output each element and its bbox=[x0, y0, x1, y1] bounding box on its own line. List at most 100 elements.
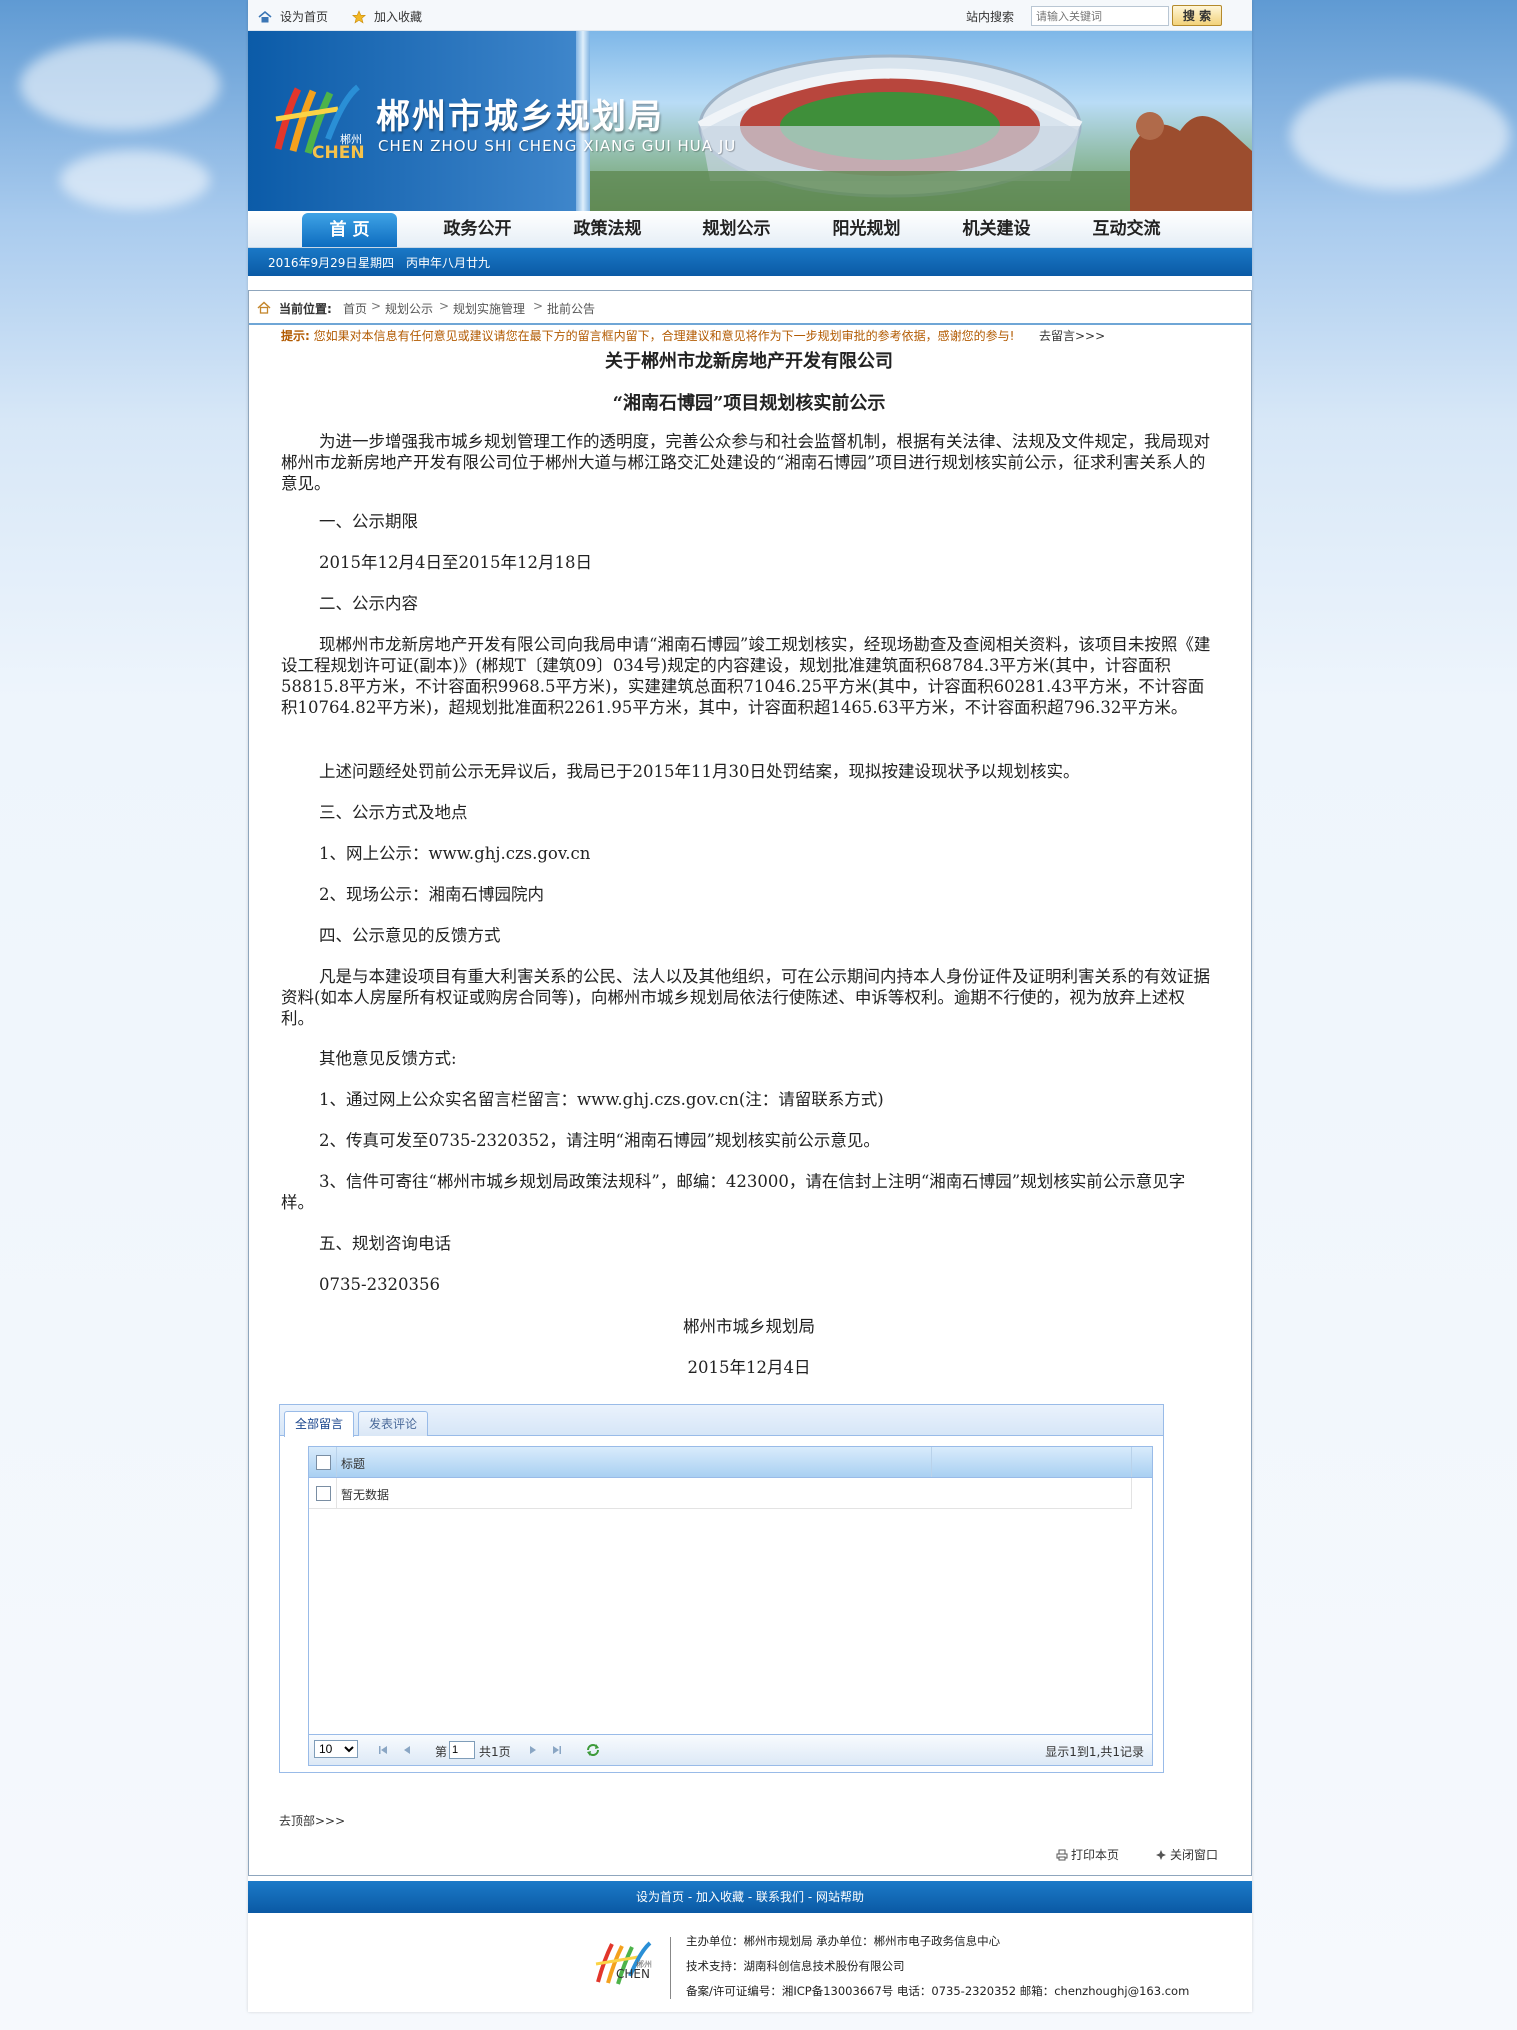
footer-logo-en: CHEN bbox=[616, 1967, 650, 1981]
article-paragraph: 其他意见反馈方式: bbox=[319, 1049, 457, 1068]
close-window-button[interactable]: 关闭窗口 bbox=[1156, 1846, 1218, 1863]
comment-grid: 标题 暂无数据 10 第 共1页 bbox=[308, 1446, 1153, 1766]
footer-help-link[interactable]: 网站帮助 bbox=[816, 1890, 864, 1904]
column-title-header: 标题 bbox=[341, 1457, 366, 1471]
print-label: 打印本页 bbox=[1071, 1848, 1120, 1862]
article-paragraph: 2、现场公示：湘南石博园院内 bbox=[319, 885, 544, 904]
tip-prefix: 提示: bbox=[281, 329, 310, 343]
footer-tech-support: 技术支持：湖南科创信息技术股份有限公司 bbox=[686, 1959, 905, 1973]
article-paragraph: 3、信件可寄往“郴州市城乡规划局政策法规科”，邮编：423000，请在信封上注明… bbox=[281, 1172, 1186, 1212]
article-heading: 四、公示意见的反馈方式 bbox=[319, 926, 501, 945]
go-comment-link[interactable]: 去留言>>> bbox=[1039, 327, 1105, 344]
home-icon bbox=[257, 301, 271, 314]
page-prefix: 第 bbox=[435, 1745, 448, 1759]
tip-text: 您如果对本信息有任何意见或建议请您在最下方的留言框内留下，合理建议和意见将作为下… bbox=[313, 329, 1015, 343]
article-title-line2: “湘南石博园”项目规划核实前公示 bbox=[612, 393, 886, 414]
search-label: 站内搜索 bbox=[966, 10, 1015, 24]
nav-policy[interactable]: 政策法规 bbox=[560, 211, 655, 247]
breadcrumb-separator: > bbox=[439, 299, 450, 313]
nav-government-affairs[interactable]: 政务公开 bbox=[430, 211, 525, 247]
breadcrumb-home[interactable]: 首页 bbox=[343, 300, 367, 317]
printer-icon bbox=[1056, 1849, 1068, 1861]
stadium-image bbox=[590, 31, 1252, 211]
column-divider bbox=[1131, 1447, 1132, 1477]
top-bar: 设为首页 加入收藏 站内搜索 搜 索 bbox=[248, 0, 1252, 31]
last-page-icon[interactable] bbox=[551, 1744, 563, 1756]
article-date: 2015年12月4日 bbox=[687, 1358, 811, 1377]
print-page-button[interactable]: 打印本页 bbox=[1056, 1846, 1119, 1863]
select-all-checkbox[interactable] bbox=[316, 1455, 331, 1470]
grid-header: 标题 bbox=[309, 1447, 1152, 1478]
nav-sunshine-plan[interactable]: 阳光规划 bbox=[819, 211, 914, 247]
nav-home[interactable]: 首 页 bbox=[302, 213, 397, 247]
current-date: 2016年9月29日 bbox=[268, 256, 358, 270]
page-total: 共1页 bbox=[479, 1745, 511, 1759]
article-heading: 三、公示方式及地点 bbox=[319, 803, 468, 822]
breadcrumb-plan-implementation[interactable]: 规划实施管理 bbox=[453, 300, 525, 317]
column-divider bbox=[336, 1478, 337, 1508]
content-panel: 当前位置: 首页 > 规划公示 > 规划实施管理 > 批前公告 提示: 您如果对… bbox=[248, 290, 1252, 1876]
site-title: 郴州市城乡规划局 bbox=[376, 97, 664, 137]
star-icon bbox=[352, 10, 366, 24]
article-heading: 二、公示内容 bbox=[319, 594, 418, 613]
close-icon bbox=[1156, 1850, 1166, 1860]
article-paragraph: 为进一步增强我市城乡规划管理工作的透明度，完善公众参与和社会监督机制，根据有关法… bbox=[281, 432, 1210, 493]
logo-en-text: CHEN bbox=[312, 143, 365, 163]
stadium-illustration bbox=[590, 54, 1252, 211]
grid-pager: 10 第 共1页 显示1到1,共1记录 bbox=[309, 1734, 1152, 1765]
site-subtitle: CHEN ZHOU SHI CHENG XIANG GUI HUA JU bbox=[378, 137, 737, 155]
breadcrumb-label: 当前位置: bbox=[279, 302, 332, 316]
record-summary: 显示1到1,共1记录 bbox=[1045, 1745, 1144, 1759]
footer-divider bbox=[670, 1937, 671, 1999]
refresh-icon[interactable] bbox=[585, 1743, 601, 1757]
nav-plan-notice[interactable]: 规划公示 bbox=[689, 211, 784, 247]
comment-tabs: 全部留言 发表评论 bbox=[280, 1405, 1163, 1437]
breadcrumb-separator: > bbox=[371, 299, 382, 313]
table-row: 暂无数据 bbox=[309, 1478, 1132, 1509]
page-size-select[interactable]: 10 bbox=[314, 1740, 358, 1758]
footer-icp-info: 备案/许可证编号：湘ICP备13003667号 电话：0735-2320352 … bbox=[686, 1984, 1190, 1998]
article-paragraph: 1、通过网上公众实名留言栏留言：www.ghj.czs.gov.cn(注：请留联… bbox=[319, 1090, 884, 1109]
bg-cloud bbox=[1290, 80, 1510, 190]
tab-all-comments[interactable]: 全部留言 bbox=[284, 1411, 355, 1437]
page-number-input[interactable] bbox=[449, 1741, 475, 1759]
footer-set-home-link[interactable]: 设为首页 bbox=[636, 1890, 684, 1904]
breadcrumb-separator: > bbox=[533, 299, 544, 313]
breadcrumb: 当前位置: 首页 > 规划公示 > 规划实施管理 > 批前公告 bbox=[249, 291, 1251, 325]
empty-data-text: 暂无数据 bbox=[341, 1488, 390, 1502]
article-heading: 一、公示期限 bbox=[319, 512, 418, 531]
breadcrumb-pre-approval[interactable]: 批前公告 bbox=[547, 300, 595, 317]
add-favorite-link[interactable]: 加入收藏 bbox=[352, 8, 422, 25]
article-signature: 郴州市城乡规划局 bbox=[683, 1317, 815, 1336]
header-banner: 郴州 CHEN 郴州市城乡规划局 CHEN ZHOU SHI CHENG XIA… bbox=[248, 31, 1252, 211]
article-paragraph: 凡是与本建设项目有重大利害关系的公民、法人以及其他组织，可在公示期间内持本人身份… bbox=[281, 967, 1210, 1028]
footer-contact-link[interactable]: 联系我们 bbox=[756, 1890, 804, 1904]
close-label: 关闭窗口 bbox=[1170, 1848, 1219, 1862]
nav-organ-building[interactable]: 机关建设 bbox=[949, 211, 1044, 247]
search-button[interactable]: 搜 索 bbox=[1172, 5, 1222, 26]
article-paragraph: 0735-2320356 bbox=[319, 1275, 441, 1294]
breadcrumb-plan-notice[interactable]: 规划公示 bbox=[385, 300, 433, 317]
set-home-link[interactable]: 设为首页 bbox=[258, 8, 328, 25]
prev-page-icon[interactable] bbox=[401, 1744, 413, 1756]
current-weekday: 星期四 bbox=[358, 256, 395, 270]
footer-sponsor: 主办单位：郴州市规划局 承办单位：郴州市电子政务信息中心 bbox=[686, 1934, 1001, 1948]
nav-interaction[interactable]: 互动交流 bbox=[1079, 211, 1174, 247]
row-checkbox[interactable] bbox=[316, 1486, 331, 1501]
next-page-icon[interactable] bbox=[527, 1744, 539, 1756]
page-container: 设为首页 加入收藏 站内搜索 搜 索 bbox=[248, 0, 1252, 2012]
article-heading: 五、规划咨询电话 bbox=[319, 1234, 451, 1253]
lunar-date: 丙申年八月廿九 bbox=[406, 256, 491, 270]
footer-add-fav-link[interactable]: 加入收藏 bbox=[696, 1890, 744, 1904]
go-top-link[interactable]: 去顶部>>> bbox=[279, 1812, 345, 1829]
column-divider bbox=[931, 1447, 932, 1477]
set-home-label: 设为首页 bbox=[280, 10, 329, 24]
column-divider bbox=[336, 1447, 337, 1477]
article-paragraph: 2、传真可发至0735-2320352，请注明“湘南石博园”规划核实前公示意见。 bbox=[319, 1131, 880, 1150]
article-paragraph: 1、网上公示：www.ghj.czs.gov.cn bbox=[319, 844, 591, 863]
feedback-tip: 提示: 您如果对本信息有任何意见或建议请您在最下方的留言框内留下，合理建议和意见… bbox=[281, 327, 1014, 344]
search-input[interactable] bbox=[1031, 6, 1169, 26]
footer-nav: 设为首页 - 加入收藏 - 联系我们 - 网站帮助 bbox=[248, 1881, 1252, 1913]
first-page-icon[interactable] bbox=[377, 1744, 389, 1756]
tab-post-comment[interactable]: 发表评论 bbox=[358, 1411, 429, 1436]
